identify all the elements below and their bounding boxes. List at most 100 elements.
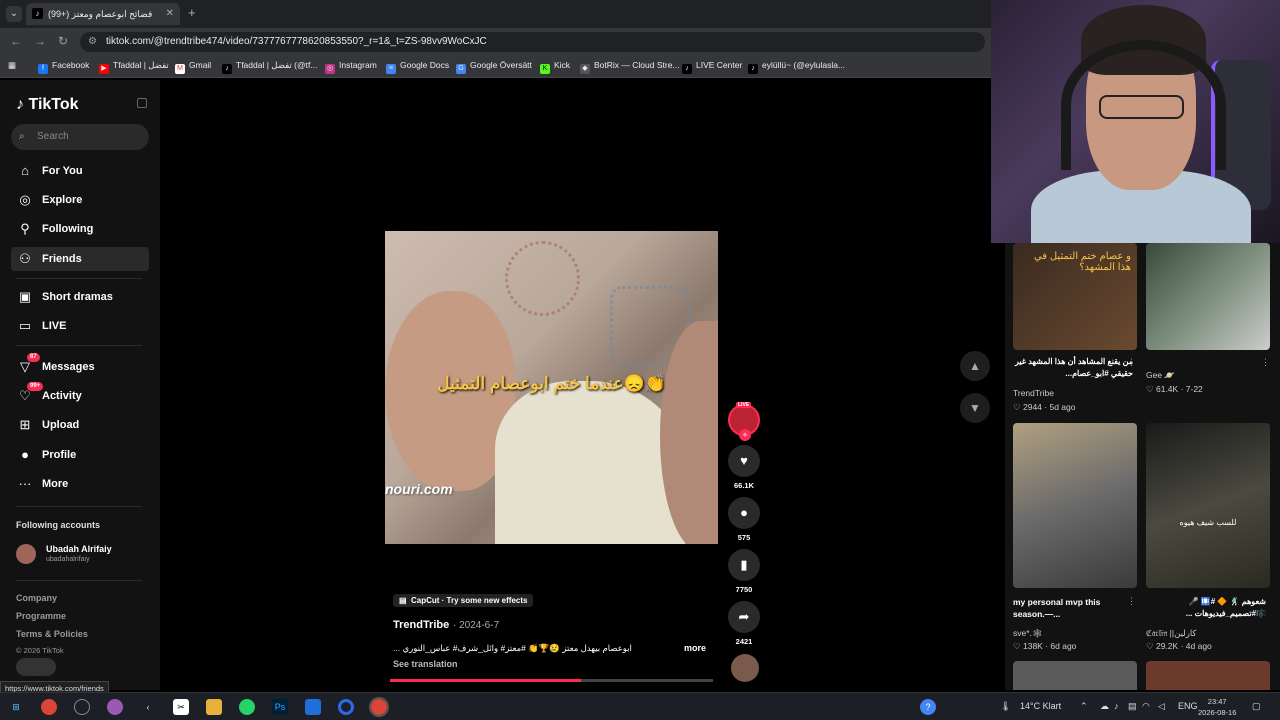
browser-tab[interactable]: ♪ (99+) فضائح ابوعصام ومعتز ✕: [26, 3, 180, 25]
video-thumbnail[interactable]: [1146, 661, 1270, 690]
volume-icon[interactable]: ◁: [1158, 701, 1165, 712]
more-options-icon[interactable]: ⋮: [1127, 357, 1136, 368]
app-icon[interactable]: [305, 699, 321, 715]
nav-for-you[interactable]: ⌂ For You: [11, 159, 149, 183]
video-author[interactable]: ℭ𝔞𝔯𝔩𝔦𝔫 ||كارلين: [1146, 628, 1196, 639]
weather-text[interactable]: 14°C Klart: [1020, 701, 1061, 711]
reload-icon[interactable]: ↻: [58, 34, 68, 48]
microphone-icon[interactable]: ♪: [1114, 701, 1119, 711]
clock[interactable]: 23:47 2026-08-16: [1198, 696, 1236, 718]
more-link[interactable]: more: [684, 643, 706, 653]
save-button[interactable]: ▮ 7750: [728, 549, 760, 594]
bookmark-tiktok-tfaddal[interactable]: ♪ Tfaddal | تفضل (@tf...: [222, 60, 317, 74]
nav-more[interactable]: ··· More: [11, 472, 149, 496]
back-icon[interactable]: ←: [10, 34, 22, 48]
help-icon[interactable]: ?: [920, 699, 936, 715]
divider: [16, 278, 142, 279]
tray-app-icon[interactable]: ☁: [1100, 701, 1109, 712]
divider: [16, 506, 142, 507]
home-icon: ⌂: [21, 163, 29, 178]
previous-video-button[interactable]: ▲: [960, 351, 990, 381]
tiktok-logo[interactable]: ♪ TikTok: [16, 96, 79, 114]
effect-tag[interactable]: ▤ CapCut · Try some new effects: [393, 594, 534, 607]
bookmark-live-center[interactable]: ♪ LIVE Center: [682, 60, 742, 74]
comment-count: 575: [737, 533, 751, 542]
bookmark-instagram[interactable]: ◎ Instagram: [325, 60, 377, 74]
capcut-icon[interactable]: ✂: [173, 699, 189, 715]
follow-plus-icon[interactable]: +: [739, 429, 751, 441]
video-author[interactable]: Gee 🪐: [1146, 370, 1175, 381]
url-text: tiktok.com/@trendtribe474/video/73777677…: [106, 36, 487, 47]
app-icon[interactable]: [107, 699, 123, 715]
bookmark-botrix[interactable]: ◆ BotRix — Cloud Stre...: [580, 60, 680, 74]
video-thumbnail[interactable]: [1013, 423, 1137, 588]
video-thumbnail[interactable]: للسب شيف هيوه: [1146, 423, 1270, 588]
steam-icon[interactable]: [74, 699, 90, 715]
language-indicator[interactable]: ENG: [1178, 701, 1198, 711]
network-icon[interactable]: ▤: [1128, 701, 1137, 712]
video-title: من يقنع المشاهد أن هذا المشهد غير حقيقي …: [1015, 357, 1133, 378]
search-input[interactable]: ⌕ Search: [11, 124, 149, 150]
like-button[interactable]: ♥ 66.1K: [728, 445, 760, 490]
weather-icon[interactable]: 🌡: [1000, 701, 1011, 712]
footer-company[interactable]: Company: [16, 593, 57, 603]
tab-list-button[interactable]: ⌄: [6, 6, 22, 22]
chrome-icon[interactable]: [369, 697, 389, 717]
start-icon[interactable]: ⊞: [8, 699, 24, 715]
video-author[interactable]: sve*.🕸: [1013, 628, 1043, 639]
notification-icon[interactable]: ▢: [1252, 701, 1261, 712]
share-button[interactable]: ➦ 2421: [728, 601, 760, 646]
bookmark-google-docs[interactable]: ≡ Google Docs: [386, 60, 449, 74]
whatsapp-icon[interactable]: [239, 699, 255, 715]
nav-live[interactable]: ▭ LIVE: [11, 314, 149, 338]
bookmark-google-translate[interactable]: G Google Översätt: [456, 60, 532, 74]
bookmark-gmail[interactable]: M Gmail: [175, 60, 211, 74]
bookmark-facebook[interactable]: f Facebook: [38, 60, 89, 74]
tab-close-icon[interactable]: ✕: [166, 3, 174, 25]
video-progress-bar[interactable]: [390, 679, 713, 682]
nav-short-dramas[interactable]: ▣ Short dramas: [11, 285, 149, 309]
collapse-sidebar-icon[interactable]: [137, 98, 147, 108]
following-account[interactable]: Ubadah Alrifaiy ubadahalrifaiy: [16, 542, 146, 566]
tray-chevron-icon[interactable]: ⌃: [1080, 701, 1088, 712]
apps-icon[interactable]: ▦: [8, 60, 16, 71]
compass-icon: ◎: [19, 192, 31, 207]
video-thumbnail[interactable]: [1146, 243, 1270, 350]
footer-app-icons[interactable]: [16, 658, 56, 676]
next-video-button[interactable]: ▼: [960, 393, 990, 423]
nav-upload[interactable]: ⊞ Upload: [11, 413, 149, 437]
footer-terms[interactable]: Terms & Policies: [16, 629, 88, 639]
comment-button[interactable]: ● 575: [728, 497, 760, 542]
nav-profile[interactable]: ● Profile: [11, 443, 149, 467]
footer-programme[interactable]: Programme: [16, 611, 66, 621]
chrome-icon[interactable]: [41, 699, 57, 715]
chevron-up-icon: ▲: [969, 359, 981, 373]
nav-explore[interactable]: ◎ Explore: [11, 188, 149, 212]
wifi-icon[interactable]: ◠: [1142, 701, 1150, 712]
new-tab-icon[interactable]: +: [188, 5, 196, 20]
address-bar[interactable]: ⚙ tiktok.com/@trendtribe474/video/737776…: [80, 32, 985, 52]
photoshop-icon[interactable]: Ps: [272, 699, 288, 715]
forward-icon[interactable]: →: [34, 34, 46, 48]
video-thumbnail[interactable]: و عصام ختم التمثيل في هذا المشهد؟: [1013, 243, 1137, 350]
video-author[interactable]: TrendTribe: [1013, 388, 1054, 398]
video-thumbnail[interactable]: [1013, 661, 1137, 690]
bookmark-kick[interactable]: K Kick: [540, 60, 570, 74]
nav-friends[interactable]: ⚇ Friends: [11, 247, 149, 271]
capcut-app-icon[interactable]: ‹: [140, 699, 156, 715]
more-options-icon[interactable]: ⋮: [1261, 357, 1270, 368]
video-player[interactable]: عندما ختم ابوعصام التمثيل😞👏 nouri.com: [385, 231, 718, 544]
nav-activity[interactable]: ♡ 99+ Activity: [11, 382, 149, 408]
music-avatar[interactable]: [731, 654, 759, 682]
nav-following[interactable]: ⚲ Following: [11, 217, 149, 241]
nav-messages[interactable]: ▽ 87 Messages: [11, 353, 149, 379]
video-author[interactable]: TrendTribe: [393, 619, 449, 631]
see-translation-link[interactable]: See translation: [393, 659, 458, 669]
folder-icon[interactable]: [206, 699, 222, 715]
more-options-icon[interactable]: ⋮: [1127, 596, 1136, 607]
app-icon[interactable]: [338, 699, 354, 715]
site-info-icon[interactable]: ⚙: [88, 32, 97, 52]
bookmark-tfaddal[interactable]: ▶ Tfaddal | تفضل: [99, 60, 169, 74]
bookmark-eylul[interactable]: ♪ eylüllü~ (@eylulasla...: [748, 60, 845, 74]
creator-live-avatar[interactable]: LIVE +: [728, 402, 760, 441]
